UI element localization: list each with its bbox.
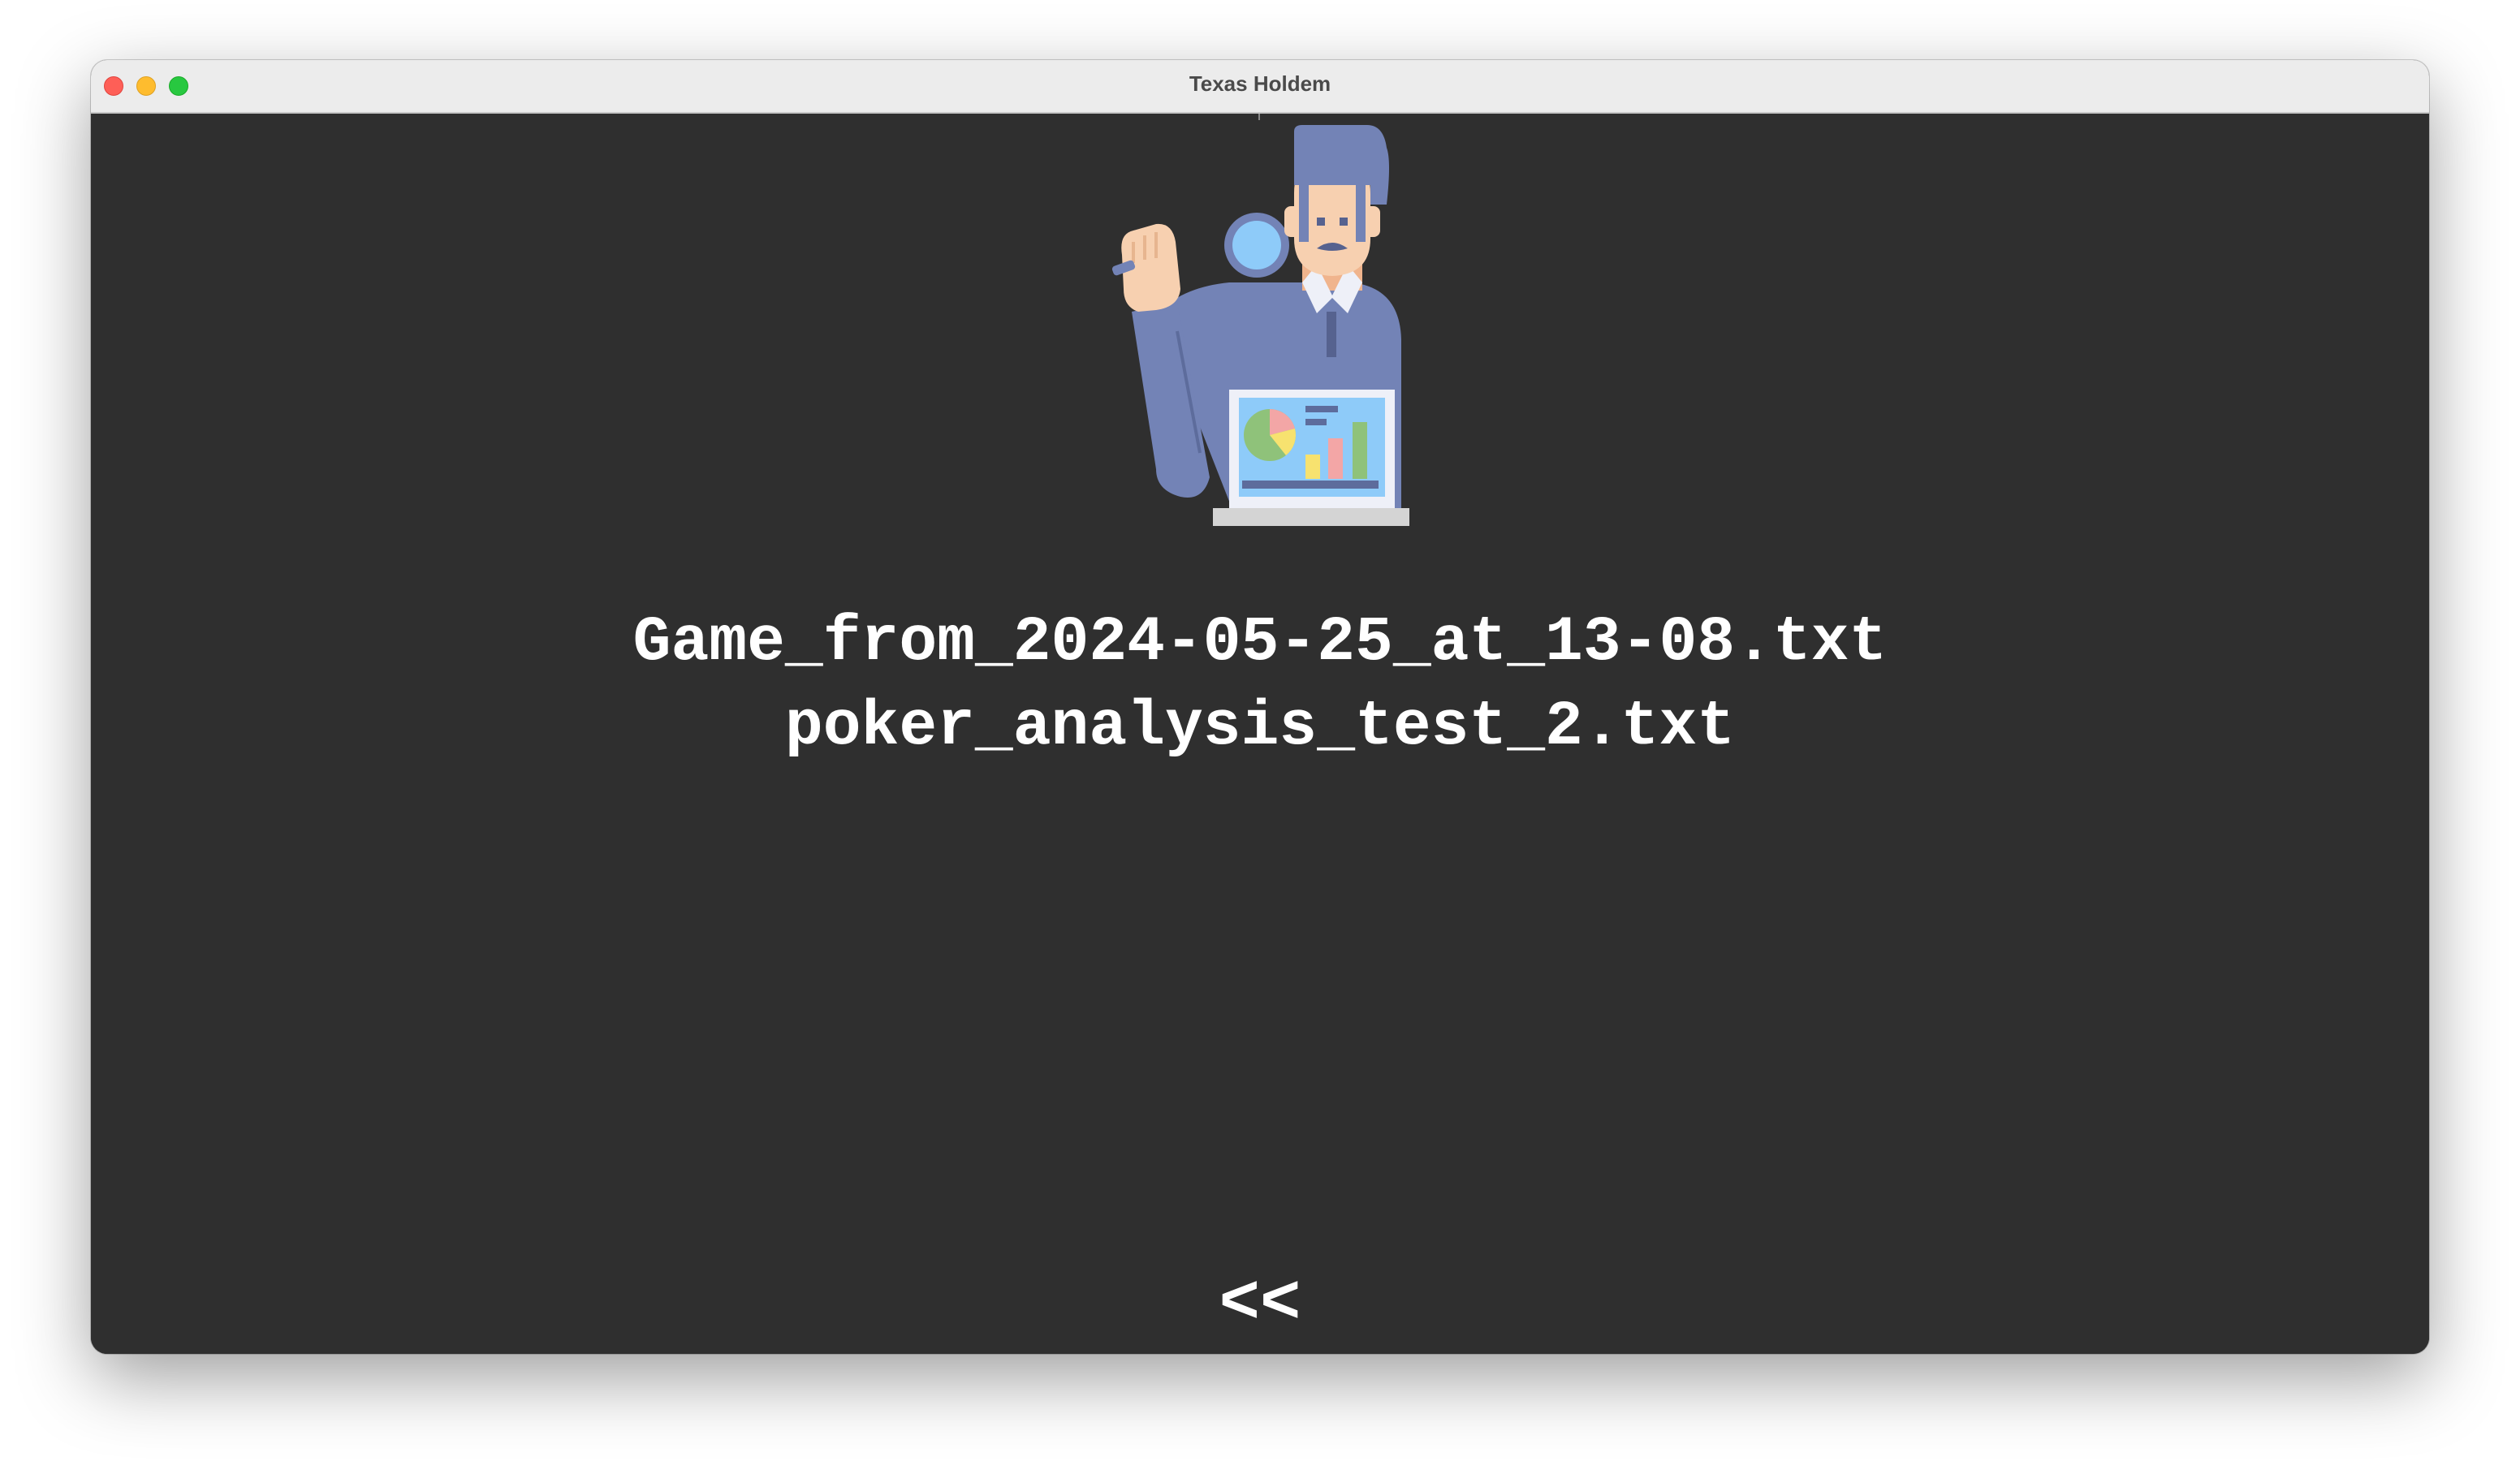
back-button[interactable]: <<	[91, 1265, 2429, 1346]
center-marker	[1258, 114, 1260, 120]
file-item-game-from-2024-05-25[interactable]: Game_from_2024-05-25_at_13-08.txt	[91, 601, 2429, 685]
file-item-poker-analysis-test-2[interactable]: poker_analysis_test_2.txt	[91, 685, 2429, 769]
file-list: Game_from_2024-05-25_at_13-08.txt poker_…	[91, 601, 2429, 769]
title-bar: Texas Holdem	[91, 60, 2429, 114]
app-window: Texas Holdem Game_from_2024-05-25_at_13-…	[91, 60, 2429, 1354]
main-content: Game_from_2024-05-25_at_13-08.txt poker_…	[91, 114, 2429, 1354]
window-title: Texas Holdem	[1189, 71, 1331, 96]
analyst-illustration-icon	[1111, 125, 1409, 526]
